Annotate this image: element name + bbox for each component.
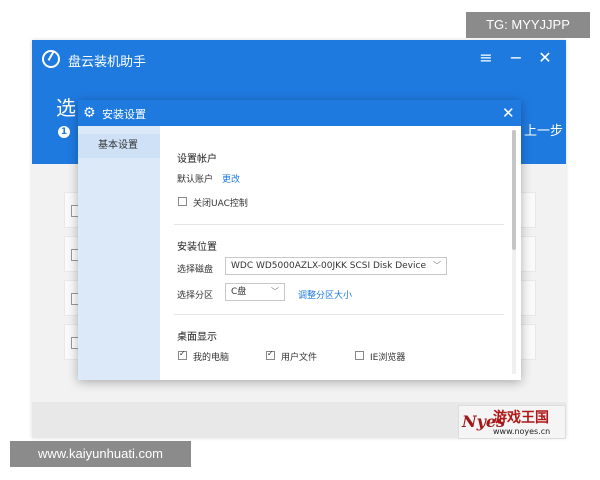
divider bbox=[174, 224, 504, 225]
adjust-partition-link[interactable]: 调整分区大小 bbox=[298, 288, 352, 301]
disk-label: 选择磁盘 bbox=[177, 265, 214, 275]
menu-icon[interactable]: ≡ bbox=[476, 48, 496, 68]
divider bbox=[174, 314, 504, 315]
close-icon[interactable]: ✕ bbox=[535, 48, 555, 68]
dialog-close-icon[interactable]: ✕ bbox=[502, 103, 515, 123]
gear-icon: ⚙ bbox=[83, 105, 96, 121]
dialog-header: ⚙ 安装设置 ✕ bbox=[78, 100, 521, 126]
dialog-sidebar: 基本设置 bbox=[78, 126, 160, 380]
user-files-checkbox[interactable] bbox=[266, 349, 275, 360]
title-bar: 盘云装机助手 ≡ − ✕ bbox=[32, 40, 566, 78]
ie-browser-checkbox[interactable] bbox=[355, 351, 364, 360]
location-section-title: 安装位置 bbox=[177, 242, 217, 253]
dialog-title: 安装设置 bbox=[102, 108, 146, 121]
watermark-logo: Nyes bbox=[462, 412, 506, 431]
user-files-label: 用户文件 bbox=[281, 353, 318, 363]
default-account-label: 默认账户 bbox=[177, 175, 214, 185]
account-section-title: 设置帐户 bbox=[177, 154, 217, 165]
watermark: Nyes 游戏王国 www.noyes.cn bbox=[458, 405, 566, 439]
chevron-down-icon: ﹀ bbox=[433, 261, 441, 270]
sidebar-item-basic-settings[interactable]: 基本设置 bbox=[78, 134, 160, 158]
partition-label: 选择分区 bbox=[177, 291, 214, 301]
step-number-badge: 1 bbox=[58, 126, 70, 138]
ie-browser-label: IE浏览器 bbox=[370, 353, 406, 363]
watermark-name: 游戏王国 bbox=[493, 410, 549, 426]
my-computer-checkbox[interactable] bbox=[178, 349, 187, 360]
install-settings-dialog: ⚙ 安装设置 ✕ 基本设置 设置帐户 默认账户 更改 关闭UAC控制 安装位置 … bbox=[78, 100, 521, 380]
tg-tag: TG: MYYJJPP bbox=[466, 12, 590, 38]
partition-select-value: C盘 bbox=[231, 287, 247, 297]
desktop-section-title: 桌面显示 bbox=[177, 332, 217, 343]
previous-step-button[interactable]: 上一步 bbox=[524, 120, 563, 139]
minimize-icon[interactable]: − bbox=[506, 48, 526, 68]
app-logo-icon bbox=[42, 50, 60, 68]
watermark-url: www.noyes.cn bbox=[493, 427, 551, 436]
site-url-tag: www.kaiyunhuati.com bbox=[10, 441, 191, 467]
banner-heading: 选 bbox=[56, 96, 76, 120]
disk-select[interactable]: WDC WD5000AZLX-00JKK SCSI Disk Device ﹀ bbox=[225, 257, 447, 275]
uac-checkbox[interactable] bbox=[178, 197, 187, 206]
app-title: 盘云装机助手 bbox=[68, 55, 147, 70]
my-computer-label: 我的电脑 bbox=[193, 353, 230, 363]
change-account-link[interactable]: 更改 bbox=[222, 172, 240, 185]
partition-select[interactable]: C盘 ﹀ bbox=[225, 283, 285, 301]
disk-select-value: WDC WD5000AZLX-00JKK SCSI Disk Device bbox=[231, 261, 426, 271]
uac-checkbox-label: 关闭UAC控制 bbox=[193, 199, 248, 209]
chevron-down-icon: ﹀ bbox=[271, 287, 279, 296]
scrollbar-thumb[interactable] bbox=[512, 130, 516, 250]
